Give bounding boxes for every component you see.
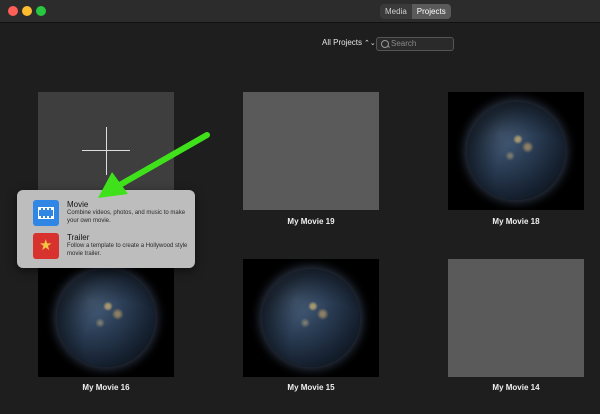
star-glyph: ★ <box>39 237 53 254</box>
trailer-star-icon: ★ <box>33 233 59 259</box>
window-titlebar: Media Projects <box>0 0 600 23</box>
project-thumbnail[interactable] <box>243 259 379 377</box>
project-title[interactable]: My Movie 14 <box>448 383 584 392</box>
plus-icon-vertical <box>106 127 107 175</box>
search-icon <box>381 40 389 48</box>
create-project-popover: Movie Combine videos, photos, and music … <box>17 190 195 268</box>
project-title[interactable]: My Movie 16 <box>38 383 174 392</box>
view-switcher: Media Projects <box>380 4 451 19</box>
trailer-description: Follow a template to create a Hollywood … <box>67 243 188 257</box>
zoom-window-button[interactable] <box>36 6 46 16</box>
movie-title: Movie <box>67 200 89 209</box>
minimize-window-button[interactable] <box>22 6 32 16</box>
create-trailer-option[interactable]: ★ Trailer Follow a template to create a … <box>33 233 193 263</box>
project-title[interactable]: My Movie 18 <box>448 217 584 226</box>
earth-image <box>262 269 360 367</box>
all-projects-label: All Projects <box>322 38 363 47</box>
tab-projects[interactable]: Projects <box>411 4 451 19</box>
up-down-chevron-icon: ⌃⌄ <box>364 40 376 47</box>
project-thumbnail[interactable] <box>448 92 584 210</box>
earth-image <box>467 102 565 200</box>
project-title[interactable]: My Movie 15 <box>243 383 379 392</box>
movie-description: Combine videos, photos, and music to mak… <box>67 210 186 224</box>
project-thumbnail[interactable] <box>448 259 584 377</box>
search-placeholder: Search <box>391 39 417 48</box>
close-window-button[interactable] <box>8 6 18 16</box>
project-title[interactable]: My Movie 19 <box>243 217 379 226</box>
all-projects-dropdown[interactable]: All Projects ⌃⌄ <box>322 38 376 47</box>
create-movie-option[interactable]: Movie Combine videos, photos, and music … <box>33 200 193 230</box>
earth-image <box>57 269 155 367</box>
trailer-title: Trailer <box>67 233 90 242</box>
film-icon <box>33 200 59 226</box>
project-thumbnail[interactable] <box>38 259 174 377</box>
project-thumbnail[interactable] <box>243 92 379 210</box>
tab-media[interactable]: Media <box>380 4 412 19</box>
search-field[interactable]: Search <box>376 37 454 51</box>
film-strip <box>38 207 54 219</box>
